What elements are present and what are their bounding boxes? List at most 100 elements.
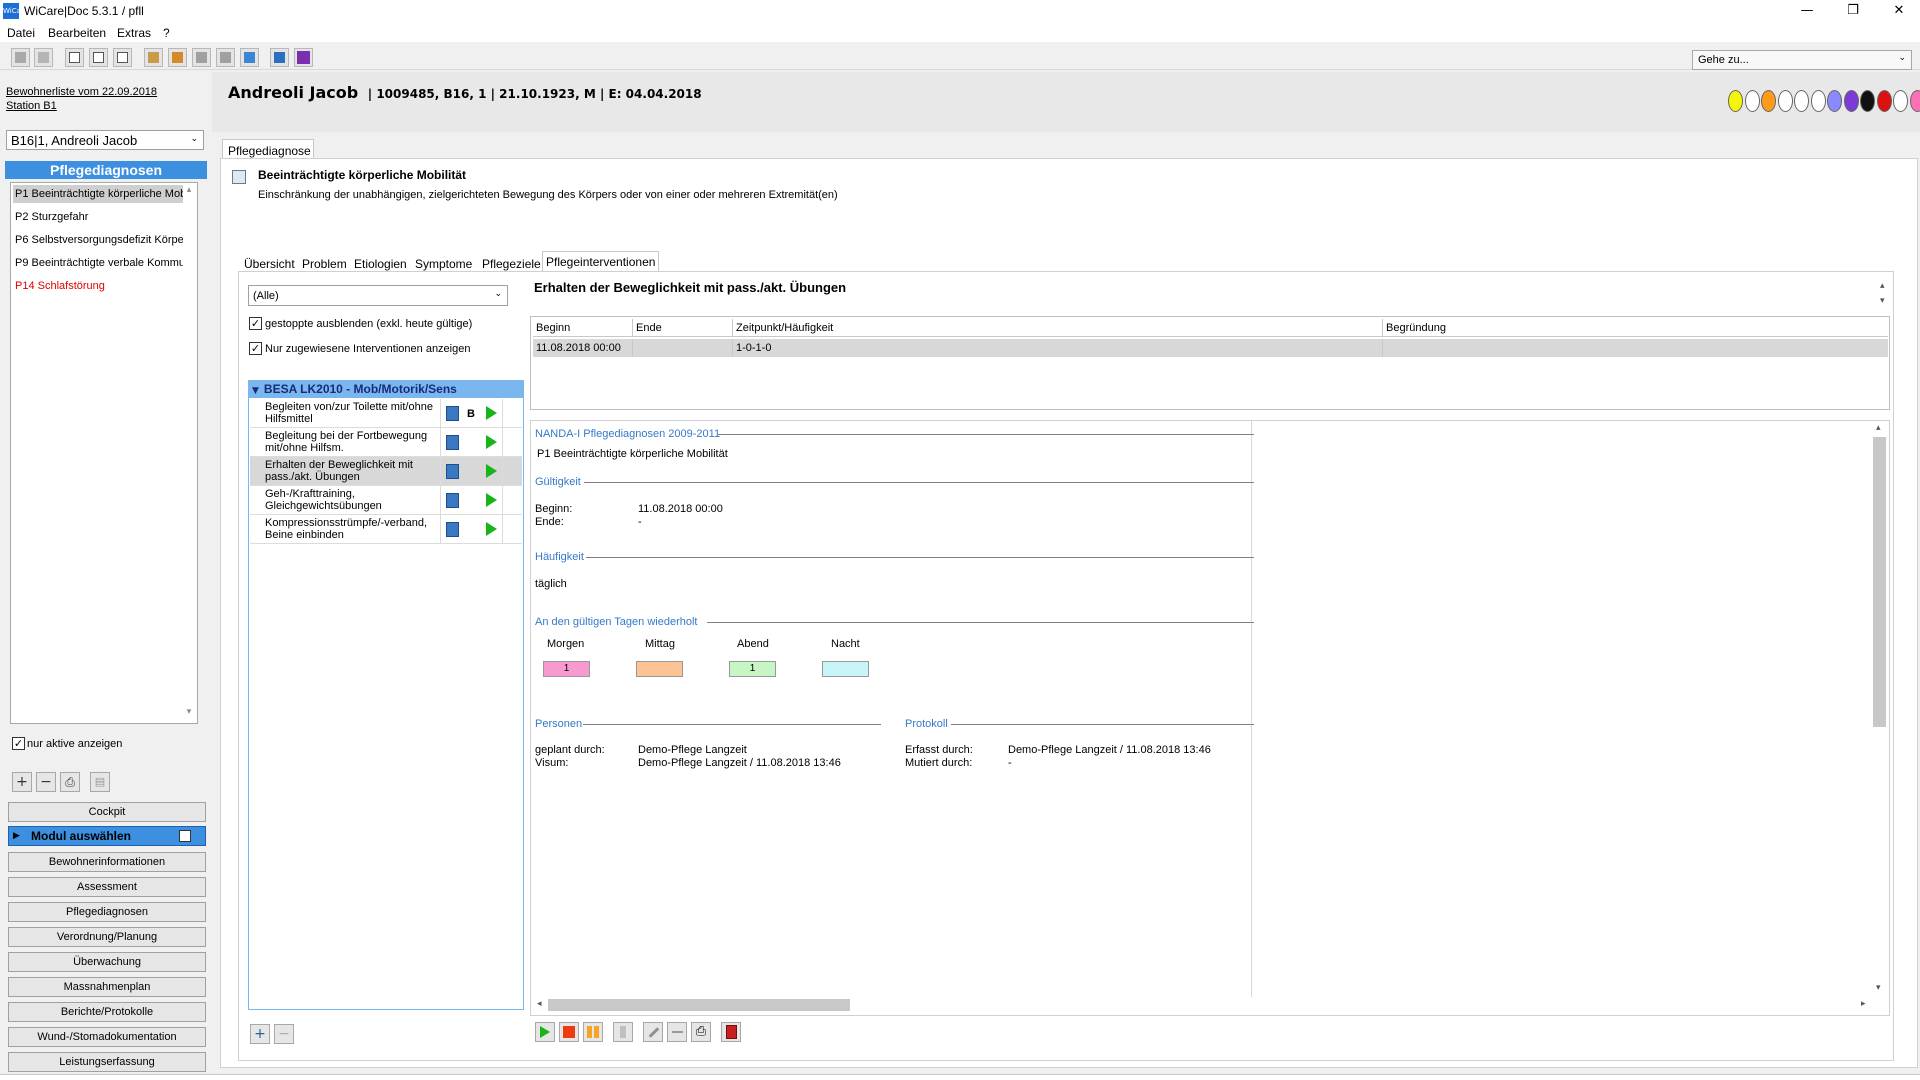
- tab-etiologien[interactable]: Etiologien: [350, 253, 411, 272]
- nav-pflegediagnosen[interactable]: Pflegediagnosen: [8, 902, 206, 922]
- user-group-icon[interactable]: [192, 48, 211, 67]
- nav-leistungserfassung[interactable]: Leistungserfassung: [8, 1052, 206, 1072]
- tab-pflegediagnose[interactable]: Pflegediagnose: [222, 139, 314, 159]
- status-dot[interactable]: [1810, 90, 1826, 112]
- remove-icon[interactable]: −: [36, 772, 56, 792]
- zugewiesene-checkbox[interactable]: ✓: [249, 342, 262, 355]
- status-dot[interactable]: [1827, 90, 1842, 112]
- user-icon[interactable]: [168, 48, 187, 67]
- station-link[interactable]: Station B1: [6, 100, 57, 112]
- scroll-left-icon[interactable]: ◂: [537, 999, 542, 1009]
- pencil-icon[interactable]: [643, 1022, 663, 1042]
- scroll-up-icon[interactable]: ▴: [1880, 281, 1885, 291]
- diagnosis-filter-icon[interactable]: [232, 170, 246, 184]
- new-icon[interactable]: [65, 48, 84, 67]
- nav-assessment[interactable]: Assessment: [8, 877, 206, 897]
- nav-massnahmenplan[interactable]: Massnahmenplan: [8, 977, 206, 997]
- book-red-icon[interactable]: [721, 1022, 741, 1042]
- nav-ueberwachung[interactable]: Überwachung: [8, 952, 206, 972]
- status-dot[interactable]: [1761, 90, 1776, 112]
- tab-pflegeinterventionen[interactable]: Pflegeinterventionen: [542, 251, 660, 271]
- scroll-down-icon[interactable]: ▾: [182, 707, 196, 717]
- print-icon[interactable]: ⎙: [60, 772, 80, 792]
- column-header-begruendung[interactable]: Begründung: [1383, 319, 1888, 337]
- remove-intervention-icon[interactable]: −: [274, 1024, 294, 1044]
- tab-uebersicht[interactable]: Übersicht: [240, 253, 299, 272]
- diagnosis-list[interactable]: P1 Beeinträchtigte körperliche Mob P2 St…: [10, 182, 198, 724]
- play-icon[interactable]: [486, 464, 497, 478]
- status-dot[interactable]: [1744, 90, 1760, 112]
- save-icon[interactable]: [11, 48, 30, 67]
- slot-morgen[interactable]: 1: [543, 661, 590, 677]
- diagnosis-item[interactable]: P1 Beeinträchtigte körperliche Mob: [13, 185, 183, 203]
- nav-verordnung-planung[interactable]: Verordnung/Planung: [8, 927, 206, 947]
- refresh-icon[interactable]: [240, 48, 259, 67]
- cell-zeitpunkt[interactable]: 1-0-1-0: [733, 339, 1383, 357]
- edit-icon[interactable]: [113, 48, 132, 67]
- nav-wund-stomadokumentation[interactable]: Wund-/Stomadokumentation: [8, 1027, 206, 1047]
- scroll-down-icon[interactable]: ▾: [1880, 296, 1885, 306]
- status-dot[interactable]: [1777, 90, 1793, 112]
- nur-aktive-checkbox[interactable]: ✓: [12, 737, 25, 750]
- menu-bearbeiten[interactable]: Bearbeiten: [48, 26, 106, 40]
- cell-beginn[interactable]: 11.08.2018 00:00: [533, 339, 633, 357]
- add-intervention-icon[interactable]: +: [250, 1024, 270, 1044]
- besa-row[interactable]: Kompressionsstrümpfe/-verband, Beine ein…: [250, 515, 522, 544]
- start-icon[interactable]: [535, 1022, 555, 1042]
- tab-problem[interactable]: Problem: [298, 253, 351, 272]
- diagnosis-item[interactable]: P14 Schlafstörung: [13, 277, 183, 295]
- status-dot[interactable]: [1893, 90, 1908, 112]
- menu-datei[interactable]: Datei: [7, 26, 35, 40]
- minus-icon[interactable]: [667, 1022, 687, 1042]
- nav-cockpit[interactable]: Cockpit: [8, 802, 206, 822]
- book-icon[interactable]: [446, 522, 459, 537]
- horizontal-scroll-thumb[interactable]: [548, 999, 850, 1011]
- besa-row[interactable]: Begleitung bei der Fortbewegung mit/ohne…: [250, 428, 522, 457]
- gestoppte-checkbox[interactable]: ✓: [249, 317, 262, 330]
- bewohnerliste-link[interactable]: Bewohnerliste vom 22.09.2018: [6, 86, 157, 98]
- diagnosis-item[interactable]: P9 Beeinträchtigte verbale Kommur: [13, 254, 183, 272]
- tab-pflegeziele[interactable]: Pflegeziele: [478, 253, 545, 272]
- besa-group-header[interactable]: ▼ BESA LK2010 - Mob/Motorik/Sens: [248, 380, 524, 398]
- play-icon[interactable]: [486, 493, 497, 507]
- column-header-zeitpunkt[interactable]: Zeitpunkt/Häufigkeit: [733, 319, 1383, 337]
- scroll-up-icon[interactable]: ▴: [182, 185, 196, 195]
- add-icon[interactable]: +: [12, 772, 32, 792]
- status-dot[interactable]: [1843, 90, 1859, 112]
- modul-checkbox[interactable]: [179, 830, 191, 842]
- purple-module-icon[interactable]: [294, 48, 313, 67]
- slot-abend[interactable]: 1: [729, 661, 776, 677]
- nav-bewohnerinformationen[interactable]: Bewohnerinformationen: [8, 852, 206, 872]
- cell-begruendung[interactable]: [1383, 339, 1888, 357]
- user-settings-icon[interactable]: [216, 48, 235, 67]
- sort-icon[interactable]: [613, 1022, 633, 1042]
- slot-mittag[interactable]: [636, 661, 683, 677]
- column-header-ende[interactable]: Ende: [633, 319, 733, 337]
- pause-icon[interactable]: [583, 1022, 603, 1042]
- diagnosis-item[interactable]: P6 Selbstversorgungsdefizit Körper: [13, 231, 183, 249]
- users-icon[interactable]: [144, 48, 163, 67]
- minimize-icon[interactable]: —: [1784, 0, 1830, 22]
- gehe-zu-dropdown[interactable]: Gehe zu... ⌄: [1692, 50, 1912, 70]
- book-icon[interactable]: [446, 406, 459, 421]
- scroll-down-icon[interactable]: ▾: [1876, 983, 1881, 993]
- list-icon[interactable]: ▤: [90, 772, 110, 792]
- besa-row[interactable]: Begleiten von/zur Toilette mit/ohne Hilf…: [250, 399, 522, 428]
- book-icon[interactable]: [446, 464, 459, 479]
- slot-nacht[interactable]: [822, 661, 869, 677]
- print-icon[interactable]: ⎙: [691, 1022, 711, 1042]
- play-icon[interactable]: [486, 435, 497, 449]
- menu-extras[interactable]: Extras: [117, 26, 151, 40]
- close-icon[interactable]: ✕: [1876, 0, 1920, 22]
- filter-select[interactable]: (Alle) ⌄: [248, 285, 508, 306]
- status-dot[interactable]: [1728, 90, 1743, 112]
- cell-ende[interactable]: [633, 339, 733, 357]
- besa-row[interactable]: Erhalten der Beweglichkeit mit pass./akt…: [250, 457, 522, 486]
- vertical-scroll-thumb[interactable]: [1873, 437, 1886, 727]
- module-icon[interactable]: [270, 48, 289, 67]
- play-icon[interactable]: [486, 522, 497, 536]
- scroll-up-icon[interactable]: ▴: [1876, 423, 1881, 433]
- tab-symptome[interactable]: Symptome: [411, 253, 476, 272]
- undo-icon[interactable]: [34, 48, 53, 67]
- play-icon[interactable]: [486, 406, 497, 420]
